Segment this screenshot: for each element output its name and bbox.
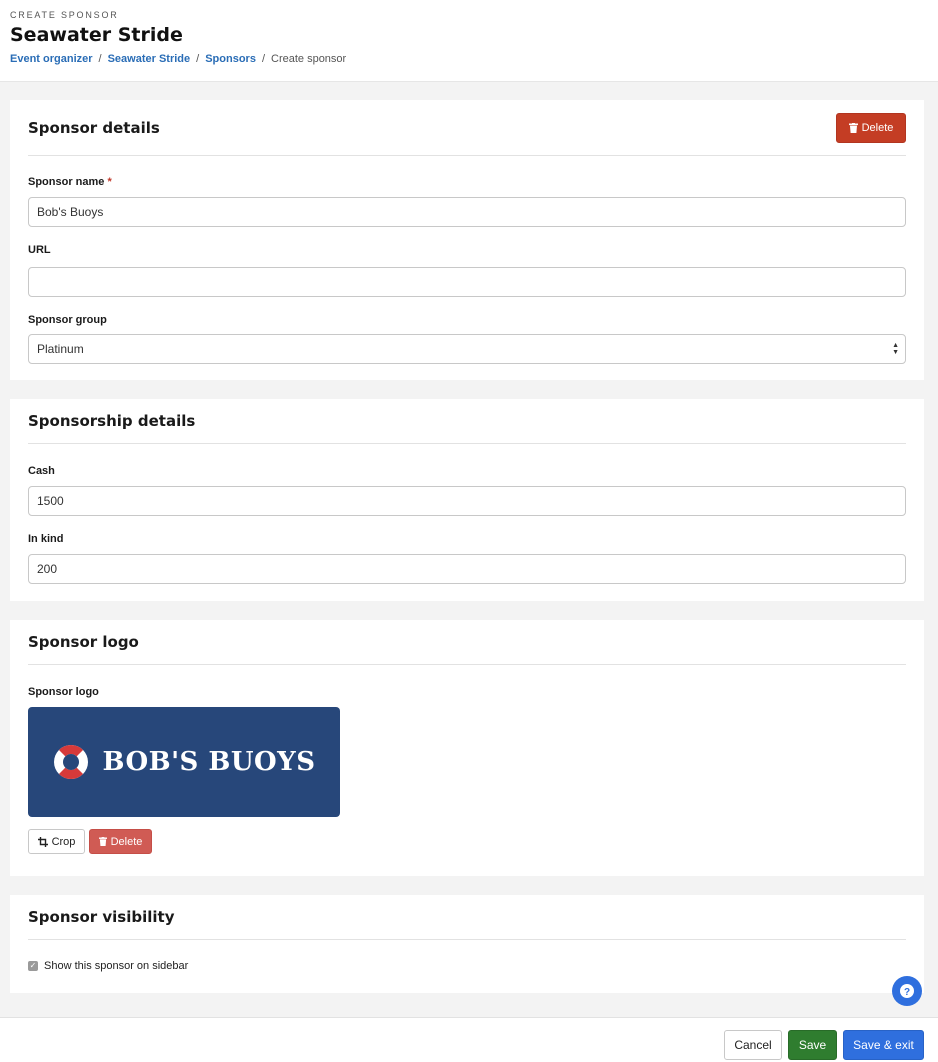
- sponsor-logo-label: Sponsor logo: [28, 686, 99, 698]
- sponsor-logo-header: Sponsor logo: [28, 620, 906, 665]
- show-on-sidebar-checkbox[interactable]: ✓: [28, 961, 38, 971]
- crop-icon: [37, 836, 48, 847]
- delete-logo-button[interactable]: Delete: [89, 829, 152, 854]
- save-and-exit-button[interactable]: Save & exit: [843, 1030, 924, 1060]
- sponsor-group-select[interactable]: Platinum ▲ ▼: [28, 334, 906, 364]
- sponsorship-details-title: Sponsorship details: [28, 412, 196, 430]
- delete-sponsor-button[interactable]: Delete: [836, 112, 906, 143]
- sponsor-group-label: Sponsor group: [28, 314, 107, 326]
- logo-wordmark: BOB'S BUOYS: [102, 747, 316, 777]
- delete-logo-label: Delete: [110, 835, 143, 848]
- sponsor-details-card: Sponsor details Delete Sponsor name * UR…: [10, 100, 924, 380]
- sponsor-name-input[interactable]: [28, 197, 906, 227]
- breadcrumb-separator: /: [196, 53, 200, 65]
- breadcrumb-link-event-organizer[interactable]: Event organizer: [10, 53, 93, 65]
- required-asterisk: *: [107, 176, 112, 188]
- sponsor-logo-image: BOB'S BUOYS: [28, 707, 340, 817]
- sponsor-name-label: Sponsor name *: [28, 176, 906, 188]
- in-kind-input[interactable]: [28, 554, 906, 584]
- crop-button[interactable]: Crop: [28, 829, 85, 854]
- cash-input[interactable]: [28, 486, 906, 516]
- cash-label: Cash: [28, 465, 55, 477]
- help-button[interactable]: ?: [892, 976, 922, 1006]
- breadcrumb-separator: /: [261, 53, 265, 65]
- sponsor-logo-title: Sponsor logo: [28, 633, 139, 651]
- breadcrumb-separator: /: [98, 53, 102, 65]
- in-kind-label: In kind: [28, 533, 64, 545]
- breadcrumb-current: Create sponsor: [271, 53, 347, 65]
- url-input[interactable]: [28, 267, 906, 297]
- breadcrumb-link-sponsors[interactable]: Sponsors: [205, 53, 256, 65]
- page-eyebrow: CREATE SPONSOR: [10, 10, 119, 20]
- delete-sponsor-label: Delete: [861, 121, 894, 134]
- breadcrumb-link-event[interactable]: Seawater Stride: [108, 53, 191, 65]
- sponsorship-details-header: Sponsorship details: [28, 399, 906, 444]
- sponsor-details-header: Sponsor details Delete: [28, 100, 906, 156]
- show-on-sidebar-label[interactable]: Show this sponsor on sidebar: [44, 960, 188, 972]
- cancel-button[interactable]: Cancel: [724, 1030, 782, 1060]
- sponsor-visibility-card: Sponsor visibility ✓ Show this sponsor o…: [10, 895, 924, 993]
- select-arrows-icon: ▲ ▼: [892, 342, 899, 356]
- sponsor-name-label-text: Sponsor name: [28, 176, 105, 188]
- sponsor-details-title: Sponsor details: [28, 118, 160, 137]
- life-ring-icon: [54, 745, 89, 779]
- trash-icon: [98, 837, 107, 846]
- sponsor-logo-card: Sponsor logo Sponsor logo BOB'S BUOYS Cr…: [10, 620, 924, 876]
- page-title: Seawater Stride: [10, 24, 183, 46]
- url-label: URL: [28, 244, 51, 256]
- question-icon: ?: [900, 984, 914, 998]
- crop-label: Crop: [51, 835, 76, 848]
- page-header: CREATE SPONSOR Seawater Stride Event org…: [0, 0, 938, 82]
- footer-bar: Cancel Save Save & exit: [0, 1017, 938, 1062]
- sponsor-visibility-header: Sponsor visibility: [28, 895, 906, 940]
- sponsor-visibility-title: Sponsor visibility: [28, 908, 175, 926]
- breadcrumb: Event organizer / Seawater Stride / Sponsors…: [10, 53, 928, 65]
- sponsorship-details-card: Sponsorship details Cash In kind: [10, 399, 924, 601]
- save-button[interactable]: Save: [788, 1030, 837, 1060]
- svg-text:?: ?: [904, 987, 910, 998]
- sponsor-group-value: Platinum: [37, 342, 84, 356]
- trash-icon: [848, 122, 858, 133]
